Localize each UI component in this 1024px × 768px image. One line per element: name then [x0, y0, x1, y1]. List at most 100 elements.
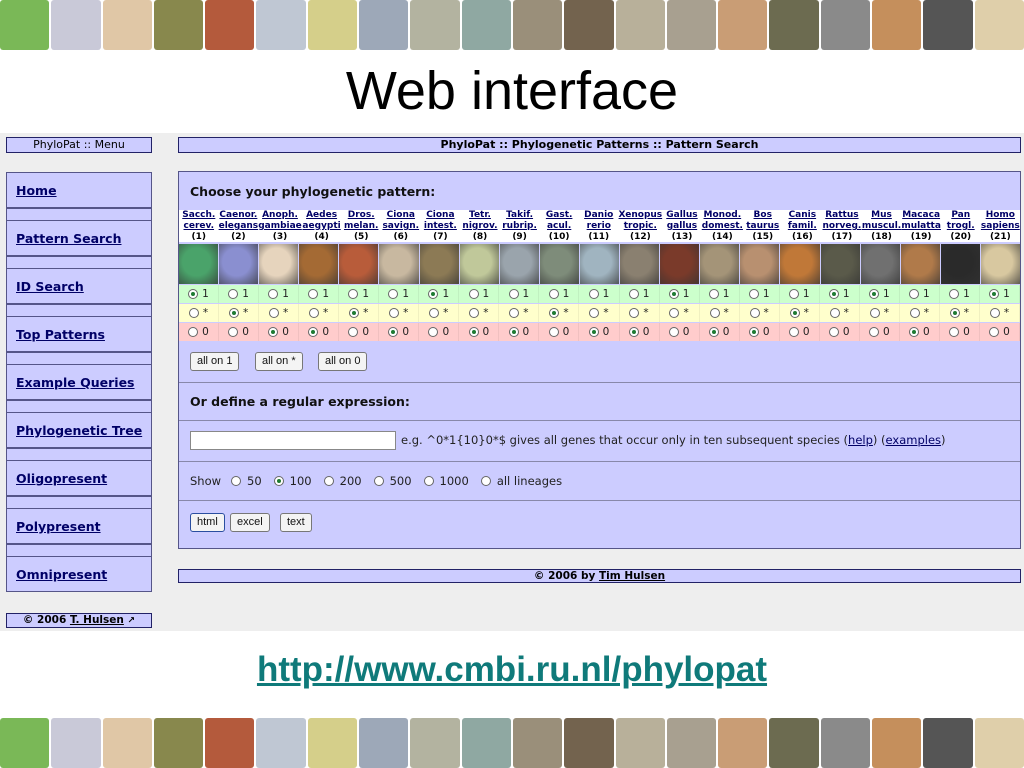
pattern-radio-cell[interactable]: * [259, 304, 300, 322]
pattern-radio-cell[interactable]: 0 [579, 323, 620, 341]
pattern-radio-cell[interactable]: 0 [700, 323, 740, 341]
pattern-radio[interactable] [949, 289, 960, 299]
all-on-1-button[interactable]: all on 1 [190, 352, 240, 371]
pattern-radio-cell[interactable]: 0 [820, 323, 860, 341]
pattern-radio-cell[interactable]: 1 [579, 285, 620, 303]
examples-link[interactable]: examples [886, 433, 942, 447]
pattern-radio-cell[interactable]: * [660, 304, 700, 322]
pattern-radio[interactable] [508, 327, 519, 337]
pattern-radio[interactable] [628, 289, 639, 299]
species-label[interactable]: Caenor. elegans (2) [219, 210, 259, 242]
menu-item-link[interactable]: Polypresent [16, 519, 101, 534]
species-label[interactable]: Sacch. cerev. (1) [179, 210, 219, 242]
pattern-radio-cell[interactable]: 0 [219, 323, 260, 341]
pattern-radio-cell[interactable]: 0 [259, 323, 300, 341]
species-name[interactable]: melan. [341, 221, 381, 232]
pattern-radio-cell[interactable]: * [379, 304, 420, 322]
species-name[interactable]: Gallus [662, 210, 702, 221]
pattern-radio[interactable] [228, 327, 239, 337]
species-label[interactable]: Gast. acul. (10) [539, 210, 579, 242]
show-option-radio[interactable] [480, 476, 491, 486]
pattern-radio-cell[interactable]: 0 [339, 323, 380, 341]
species-label[interactable]: Pan trogl. (20) [941, 210, 981, 242]
species-label[interactable]: Bos taurus (15) [743, 210, 783, 242]
pattern-radio-cell[interactable]: 0 [459, 323, 500, 341]
species-name[interactable]: muscul. [862, 221, 902, 232]
pattern-radio-cell[interactable]: 0 [499, 323, 540, 341]
pattern-radio-cell[interactable]: 1 [780, 285, 820, 303]
species-name[interactable]: Monod. [702, 210, 743, 221]
menu-footer-author-link[interactable]: T. Hulsen [70, 614, 124, 626]
pattern-radio[interactable] [348, 327, 359, 337]
species-name[interactable]: taurus [743, 221, 783, 232]
species-label[interactable]: Anoph. gambiae (3) [258, 210, 302, 242]
show-option-radio[interactable] [231, 476, 242, 486]
pattern-radio[interactable] [748, 327, 759, 337]
menu-item-link[interactable]: Top Patterns [16, 327, 105, 342]
pattern-radio-cell[interactable]: 1 [499, 285, 540, 303]
species-label[interactable]: Homo sapiens (21) [981, 210, 1021, 242]
pattern-radio-cell[interactable]: 1 [860, 285, 900, 303]
pattern-radio[interactable] [668, 289, 679, 299]
pattern-radio[interactable] [548, 289, 559, 299]
text-output-button[interactable]: text [280, 513, 312, 532]
excel-output-button[interactable]: excel [230, 513, 270, 532]
pattern-radio[interactable] [749, 308, 760, 318]
species-name[interactable]: savign. [381, 221, 421, 232]
pattern-radio-cell[interactable]: * [740, 304, 780, 322]
pattern-radio-cell[interactable]: 1 [339, 285, 380, 303]
show-option-radio[interactable] [323, 476, 334, 486]
species-label[interactable]: Monod. domest. (14) [702, 210, 743, 242]
pattern-radio[interactable] [949, 308, 960, 318]
pattern-radio[interactable] [789, 308, 800, 318]
species-label[interactable]: Ciona intest. (7) [421, 210, 461, 242]
pattern-radio-cell[interactable]: 0 [660, 323, 700, 341]
pattern-radio[interactable] [989, 289, 1000, 299]
pattern-radio[interactable] [828, 289, 839, 299]
species-name[interactable]: Anoph. [258, 210, 302, 221]
pattern-radio[interactable] [308, 327, 319, 337]
pattern-radio[interactable] [628, 327, 639, 337]
pattern-radio[interactable] [909, 289, 920, 299]
pattern-radio[interactable] [708, 289, 719, 299]
pattern-radio-cell[interactable]: 1 [219, 285, 260, 303]
pattern-radio-cell[interactable]: 1 [459, 285, 500, 303]
pattern-radio-cell[interactable]: 0 [940, 323, 980, 341]
all-on-0-button[interactable]: all on 0 [318, 352, 368, 371]
menu-item-phylogenetic-tree[interactable]: Phylogenetic Tree [6, 412, 152, 448]
species-name[interactable]: Homo [981, 210, 1021, 221]
species-name[interactable]: Tetr. [460, 210, 500, 221]
pattern-radio-cell[interactable]: 0 [780, 323, 820, 341]
species-name[interactable]: Aedes [302, 210, 342, 221]
menu-item-top-patterns[interactable]: Top Patterns [6, 316, 152, 352]
html-output-button[interactable]: html [190, 513, 225, 532]
pattern-radio[interactable] [469, 308, 480, 318]
species-name[interactable]: Ciona [381, 210, 421, 221]
menu-item-link[interactable]: Oligopresent [16, 471, 107, 486]
pattern-radio[interactable] [829, 308, 840, 318]
pattern-radio-cell[interactable]: * [900, 304, 940, 322]
species-name[interactable]: mulatta [901, 221, 941, 232]
pattern-radio[interactable] [549, 308, 560, 318]
species-label[interactable]: Gallus gallus (13) [662, 210, 702, 242]
menu-item-link[interactable]: Omnipresent [16, 567, 107, 582]
help-link[interactable]: help [848, 433, 873, 447]
pattern-radio[interactable] [588, 289, 599, 299]
menu-item-link[interactable]: Example Queries [16, 375, 135, 390]
species-label[interactable]: Rattus norveg. (17) [822, 210, 862, 242]
species-name[interactable]: Dros. [341, 210, 381, 221]
pattern-radio[interactable] [949, 327, 960, 337]
menu-item-oligopresent[interactable]: Oligopresent [6, 460, 152, 496]
pattern-radio-cell[interactable]: 0 [860, 323, 900, 341]
menu-item-pattern-search[interactable]: Pattern Search [6, 220, 152, 256]
pattern-radio[interactable] [188, 308, 199, 318]
pattern-radio-cell[interactable]: 0 [539, 323, 580, 341]
pattern-radio[interactable] [509, 308, 520, 318]
pattern-radio-cell[interactable]: * [620, 304, 660, 322]
species-label[interactable]: Mus muscul. (18) [862, 210, 902, 242]
pattern-radio-cell[interactable]: * [179, 304, 220, 322]
pattern-radio[interactable] [188, 327, 199, 337]
pattern-radio[interactable] [349, 308, 360, 318]
pattern-radio[interactable] [429, 308, 440, 318]
pattern-radio-cell[interactable]: 1 [299, 285, 340, 303]
